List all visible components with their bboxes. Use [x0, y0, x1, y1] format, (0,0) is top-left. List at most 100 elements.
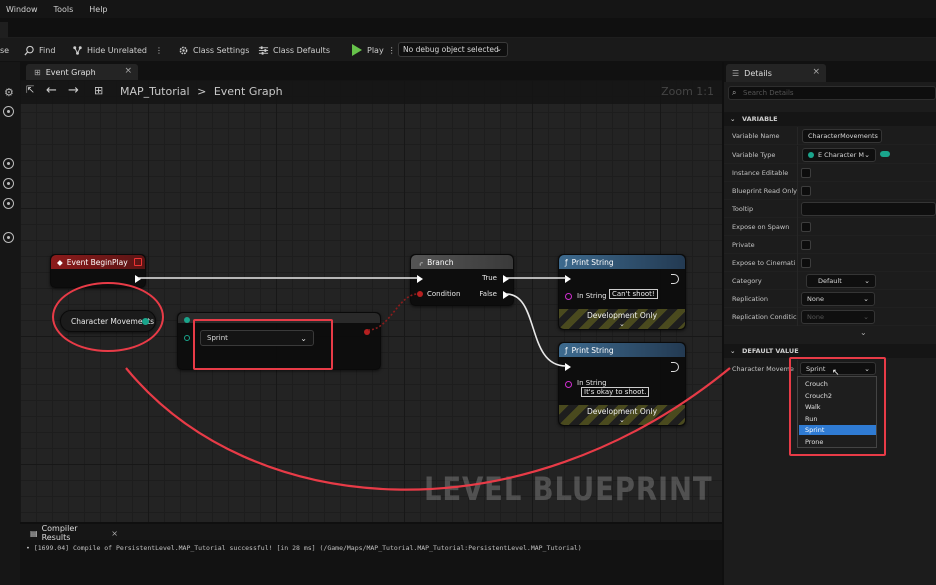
branch-false-pin[interactable] [503, 291, 509, 299]
variable-type-select[interactable]: E Character M ⌄ [802, 148, 876, 162]
exec-in-pin[interactable] [565, 275, 571, 283]
exec-out-pin[interactable] [671, 274, 679, 284]
add-circle-icon[interactable] [3, 158, 14, 169]
branch-true-pin[interactable] [503, 275, 509, 283]
category-select[interactable]: Default ⌄ [806, 274, 876, 288]
replication-value: None [807, 295, 824, 303]
replication-select[interactable]: None ⌄ [801, 292, 875, 306]
branch-false-label: False [479, 290, 497, 298]
chevron-down-icon[interactable]: ⌄ [619, 416, 625, 424]
graph-nodes-icon: ⊞ [94, 84, 104, 97]
add-circle-icon[interactable] [3, 178, 14, 189]
tooltip-input[interactable] [801, 202, 936, 216]
details-icon: ☰ [732, 68, 740, 78]
toolbar-cut-item[interactable]: se [0, 43, 9, 57]
left-panel-strip: ⚙ [0, 62, 20, 585]
tab-details[interactable]: ☰ Details × [726, 64, 826, 82]
breadcrumb-root[interactable]: MAP_Tutorial [120, 85, 190, 98]
variable-name-input[interactable]: CharacterMovements [802, 129, 882, 143]
in-string-pin[interactable] [565, 381, 572, 388]
close-icon[interactable]: × [111, 529, 118, 538]
enum-pin-icon [808, 152, 814, 158]
find-label: Find [39, 45, 56, 55]
class-settings-label: Class Settings [193, 45, 250, 55]
play-button[interactable]: Play ⋮ [352, 43, 396, 57]
exec-in-pin[interactable] [565, 363, 571, 371]
exec-in-pin[interactable] [417, 275, 423, 283]
details-search-placeholder: Search Details [743, 89, 794, 97]
container-type-icon[interactable] [880, 151, 890, 157]
divider [797, 236, 798, 254]
find-button[interactable]: Find [24, 43, 55, 57]
row-expose-cinematics: Expose to Cinemati [724, 254, 936, 272]
add-circle-icon[interactable] [3, 106, 14, 117]
gear-icon[interactable]: ⚙ [4, 86, 14, 99]
in-string-1-value[interactable]: Can't shoot! [609, 289, 658, 299]
tab-compiler-results[interactable]: ▤ Compiler Results × [26, 524, 118, 542]
replication-condition-value: None [807, 313, 824, 321]
expose-on-spawn-checkbox[interactable] [801, 222, 811, 232]
in-string-2-label: In String [577, 379, 607, 387]
instance-editable-label: Instance Editable [732, 169, 789, 177]
back-arrow-icon[interactable]: ← [46, 83, 57, 98]
blueprint-read-only-checkbox[interactable] [801, 186, 811, 196]
exec-wire-false-print2 [505, 293, 567, 367]
expose-cinematics-checkbox[interactable] [801, 258, 811, 268]
menu-window[interactable]: Window [6, 5, 38, 14]
enum-in-pin[interactable] [184, 317, 190, 323]
document-tab-stub[interactable] [0, 22, 8, 38]
search-icon: ⌕ [732, 88, 737, 97]
in-string-pin[interactable] [565, 293, 572, 300]
function-icon: ƒ [565, 345, 568, 355]
close-icon[interactable]: × [124, 66, 132, 76]
close-icon[interactable]: × [812, 67, 820, 77]
private-checkbox[interactable] [801, 240, 811, 250]
divider [797, 290, 798, 308]
add-circle-icon[interactable] [3, 198, 14, 209]
forward-arrow-icon[interactable]: → [68, 83, 79, 98]
details-search-input[interactable]: ⌕ Search Details [728, 86, 936, 100]
debug-object-select[interactable]: No debug object selected ⌄ [398, 42, 508, 57]
event-diamond-icon: ◆ [57, 257, 63, 267]
menu-help[interactable]: Help [89, 5, 107, 14]
row-replication: Replication None ⌄ [724, 290, 936, 308]
breadcrumb-leaf[interactable]: Event Graph [214, 85, 283, 98]
chevron-down-icon[interactable]: ⌄ [619, 320, 625, 328]
class-defaults-button[interactable]: Class Defaults [258, 43, 330, 57]
print-string-node-1[interactable]: ƒ Print String In String Can't shoot! De… [558, 254, 686, 330]
category-label: Category [732, 277, 762, 285]
delegate-pin[interactable] [134, 258, 142, 266]
default-value-section-header[interactable]: ⌄ DEFAULT VALUE [724, 344, 936, 358]
hide-unrelated-button[interactable]: Hide Unrelated ⋮ [72, 43, 163, 57]
more-options-icon[interactable]: ⋮ [155, 46, 163, 55]
exec-out-pin[interactable] [135, 275, 141, 283]
instance-editable-checkbox[interactable] [801, 168, 811, 178]
pointer-icon[interactable]: ⇱ [26, 85, 34, 96]
exec-out-pin[interactable] [671, 362, 679, 372]
divider [797, 127, 798, 145]
debug-object-value: No debug object selected [403, 45, 499, 54]
branch-icon: ⌌ [417, 257, 424, 267]
bool-out-pin[interactable] [364, 329, 370, 335]
replication-condition-label: Replication Conditic [732, 313, 797, 321]
in-string-2-value[interactable]: It's okay to shoot. [581, 387, 650, 397]
row-variable-type: Variable Type E Character M ⌄ [724, 146, 936, 164]
print-string-2-header: ƒ Print String [559, 343, 685, 357]
variable-type-value: E Character M [818, 151, 864, 159]
graph-nodes-icon [73, 45, 82, 55]
chevron-down-icon: ⌄ [730, 115, 736, 123]
chevron-down-icon: ⌄ [864, 151, 870, 159]
enum-in-pin-2[interactable] [184, 335, 190, 341]
branch-node[interactable]: ⌌ Branch True Condition False [410, 254, 514, 306]
print-string-node-2[interactable]: ƒ Print String In String It's okay to sh… [558, 342, 686, 426]
add-circle-icon[interactable] [3, 232, 14, 243]
menu-bar: Window Tools Help [0, 0, 936, 18]
menu-tools[interactable]: Tools [54, 5, 74, 14]
condition-pin[interactable] [417, 291, 423, 297]
row-blueprint-read-only: Blueprint Read Only [724, 182, 936, 200]
variable-section-header[interactable]: ⌄ VARIABLE [724, 112, 936, 126]
play-options-icon[interactable]: ⋮ [388, 46, 396, 55]
class-settings-button[interactable]: Class Settings [178, 43, 249, 57]
tab-event-graph[interactable]: ⊞ Event Graph × [26, 64, 138, 80]
advanced-expand-icon[interactable]: ⌄ [860, 328, 867, 337]
